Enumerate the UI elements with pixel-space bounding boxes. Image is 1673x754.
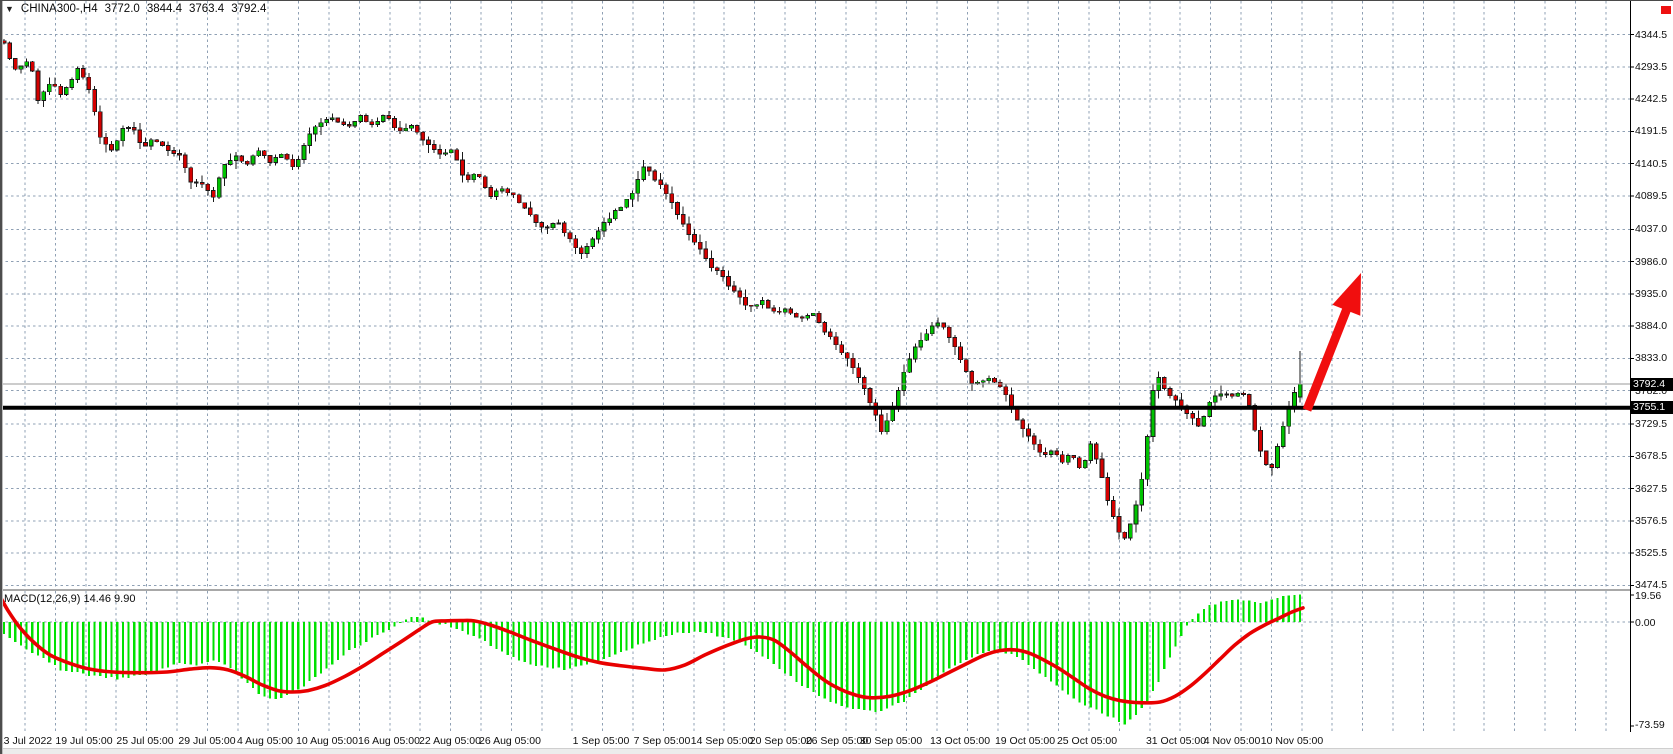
chart-window: ▼ CHINA300-,H4 3772.0 3844.4 3763.4 3792… bbox=[0, 0, 1673, 754]
time-axis-label: 10 Nov 05:00 bbox=[1247, 735, 1337, 747]
macd-value-axis[interactable]: 19.56 0.00 -73.59 bbox=[1635, 1, 1673, 732]
macd-axis-label: 0.00 bbox=[1635, 617, 1655, 629]
macd-indicator-label: MACD(12,26,9) 14.46 9.90 bbox=[4, 593, 135, 605]
symbol-dropdown-icon[interactable]: ▼ bbox=[5, 4, 14, 14]
top-right-marker bbox=[1661, 6, 1671, 14]
grid-lines bbox=[0, 1, 1630, 732]
chart-canvas[interactable] bbox=[0, 1, 1673, 754]
candle-wicks bbox=[4, 39, 1300, 541]
macd-axis-label: -73.59 bbox=[1635, 719, 1665, 731]
title-symbol: CHINA300-,H4 bbox=[21, 3, 98, 15]
title-close: 3792.4 bbox=[231, 3, 266, 15]
title-low: 3763.4 bbox=[189, 3, 224, 15]
title-open: 3772.0 bbox=[105, 3, 140, 15]
level-price-tag: 3755.1 bbox=[1630, 401, 1673, 414]
pane-separator[interactable] bbox=[0, 589, 1630, 591]
title-high: 3844.4 bbox=[147, 3, 182, 15]
time-axis-label: 25 Oct 05:00 bbox=[1042, 735, 1132, 747]
time-axis-label: 26 Aug 05:00 bbox=[465, 735, 555, 747]
chart-title: ▼ CHINA300-,H4 3772.0 3844.4 3763.4 3792… bbox=[5, 3, 268, 15]
macd-axis-label: 19.56 bbox=[1635, 590, 1661, 602]
bid-price-tag: 3792.4 bbox=[1630, 378, 1673, 391]
candlestick-series bbox=[2, 41, 1302, 538]
footer-strip bbox=[0, 748, 1673, 754]
window-left-edge bbox=[0, 1, 3, 754]
macd-histogram bbox=[3, 594, 1301, 724]
